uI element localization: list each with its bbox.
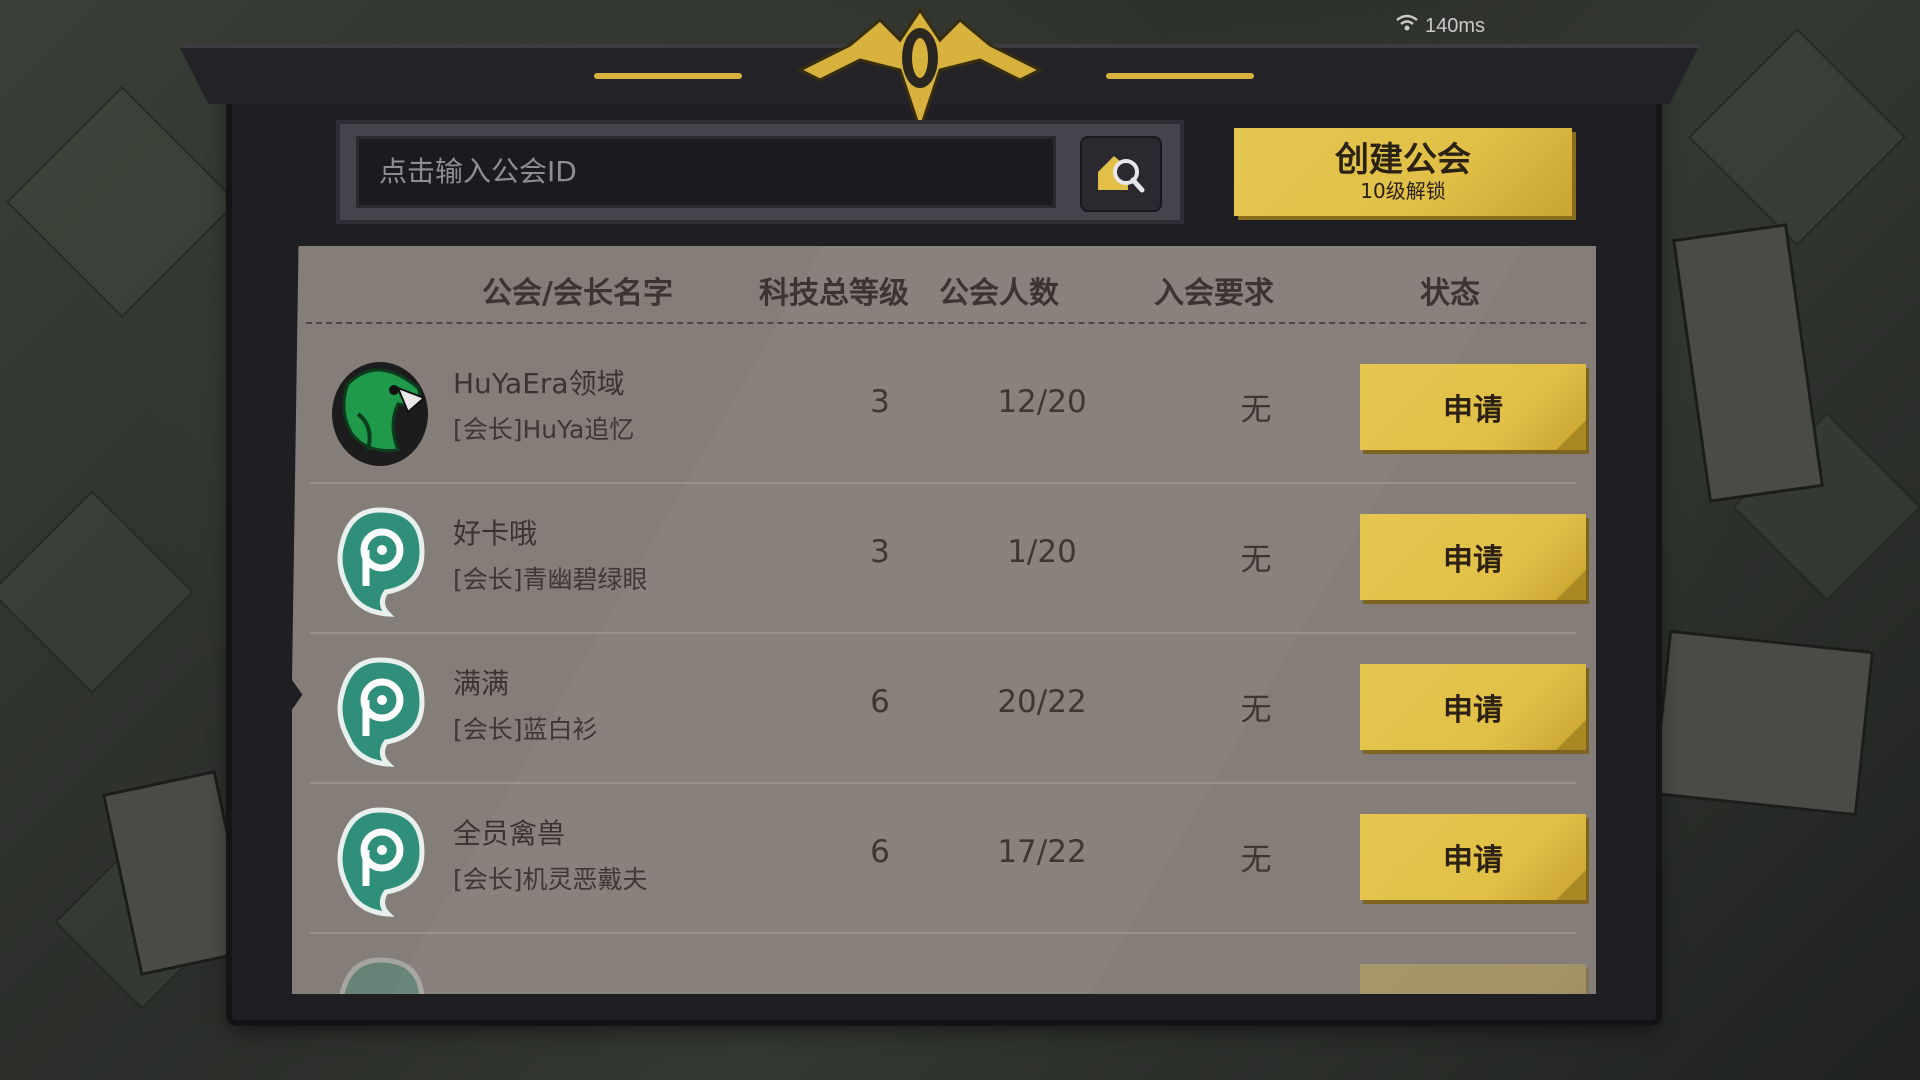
tech-level-value: 6 bbox=[870, 684, 890, 720]
guild-name: 全员禽兽 bbox=[453, 817, 566, 850]
wifi-icon bbox=[1395, 14, 1419, 38]
guild-leader: [会长]蓝白衫 bbox=[453, 715, 598, 744]
network-status: 140ms bbox=[1395, 14, 1485, 38]
search-placeholder: 点击输入公会ID bbox=[379, 155, 577, 188]
eagle-emblem-icon bbox=[328, 354, 432, 468]
guild-list-panel: 公会/会长名字 科技总等级 公会人数 入会要求 状态 HuYaEra领域 [会长… bbox=[292, 246, 1596, 994]
apply-button[interactable]: 申请 bbox=[1360, 814, 1586, 900]
header-requirement: 入会要求 bbox=[1154, 276, 1274, 311]
apply-label: 申请 bbox=[1443, 393, 1503, 428]
ping-label: 140ms bbox=[1425, 14, 1486, 37]
guild-row[interactable]: 好卡哦 [会长]青幽碧绿眼 3 1/20 无 申请 bbox=[310, 484, 1586, 634]
header-status: 状态 bbox=[1420, 276, 1480, 311]
guild-leader: [会长]机灵恶戴夫 bbox=[453, 865, 648, 894]
default-guild-emblem-icon bbox=[328, 504, 432, 618]
crest-emblem-icon bbox=[796, 7, 1044, 130]
guild-id-search-input[interactable]: 点击输入公会ID bbox=[356, 136, 1056, 208]
members-value: 1/20 bbox=[1007, 534, 1077, 570]
guild-leader: [会长]青幽碧绿眼 bbox=[453, 565, 648, 594]
default-guild-emblem-icon bbox=[328, 954, 432, 994]
guild-leader: [会长]HuYa追忆 bbox=[453, 415, 635, 444]
search-button[interactable] bbox=[1080, 136, 1162, 212]
guild-row[interactable]: 全员禽兽 [会长]机灵恶戴夫 6 17/22 无 申请 bbox=[310, 784, 1586, 934]
apply-button[interactable] bbox=[1360, 964, 1586, 994]
search-bar: 点击输入公会ID bbox=[336, 120, 1184, 224]
apply-button[interactable]: 申请 bbox=[1360, 364, 1586, 450]
search-guild-icon bbox=[1094, 150, 1148, 198]
create-guild-unlock-hint: 10级解锁 bbox=[1360, 179, 1446, 203]
default-guild-emblem-icon bbox=[328, 804, 432, 918]
requirement-value: 无 bbox=[1240, 842, 1272, 878]
guild-name: HuYaEra领域 bbox=[453, 367, 625, 400]
requirement-value: 无 bbox=[1240, 392, 1272, 428]
header-guild-name: 公会/会长名字 bbox=[482, 276, 673, 311]
apply-label: 申请 bbox=[1443, 843, 1503, 878]
members-value: 12/20 bbox=[997, 384, 1087, 420]
requirement-value: 无 bbox=[1240, 692, 1272, 728]
members-value: 17/22 bbox=[997, 834, 1087, 870]
tech-level-value: 3 bbox=[870, 534, 890, 570]
requirement-value: 无 bbox=[1240, 542, 1272, 578]
tech-level-value: 6 bbox=[870, 834, 890, 870]
frame-gold-accent-left bbox=[594, 73, 742, 79]
guild-row[interactable]: HuYaEra领域 [会长]HuYa追忆 3 12/20 无 申请 bbox=[310, 334, 1586, 484]
guild-name: 好卡哦 bbox=[453, 517, 538, 550]
create-guild-button[interactable]: 创建公会 10级解锁 bbox=[1234, 128, 1572, 216]
create-guild-label: 创建公会 bbox=[1335, 140, 1471, 180]
guild-row[interactable]: 满满 [会长]蓝白衫 6 20/22 无 申请 bbox=[310, 634, 1586, 784]
apply-button[interactable]: 申请 bbox=[1360, 514, 1586, 600]
header-members: 公会人数 bbox=[939, 276, 1059, 311]
tech-level-value: 3 bbox=[870, 384, 890, 420]
members-value: 20/22 bbox=[997, 684, 1087, 720]
header-tech-level: 科技总等级 bbox=[759, 276, 909, 311]
frame-gold-accent-right bbox=[1106, 73, 1254, 79]
default-guild-emblem-icon bbox=[328, 654, 432, 768]
apply-label: 申请 bbox=[1443, 543, 1503, 578]
guild-name: 满满 bbox=[453, 667, 510, 700]
apply-label: 申请 bbox=[1443, 693, 1503, 728]
header-divider bbox=[306, 322, 1586, 324]
apply-button[interactable]: 申请 bbox=[1360, 664, 1586, 750]
guild-row-partially-visible[interactable] bbox=[310, 934, 1586, 994]
